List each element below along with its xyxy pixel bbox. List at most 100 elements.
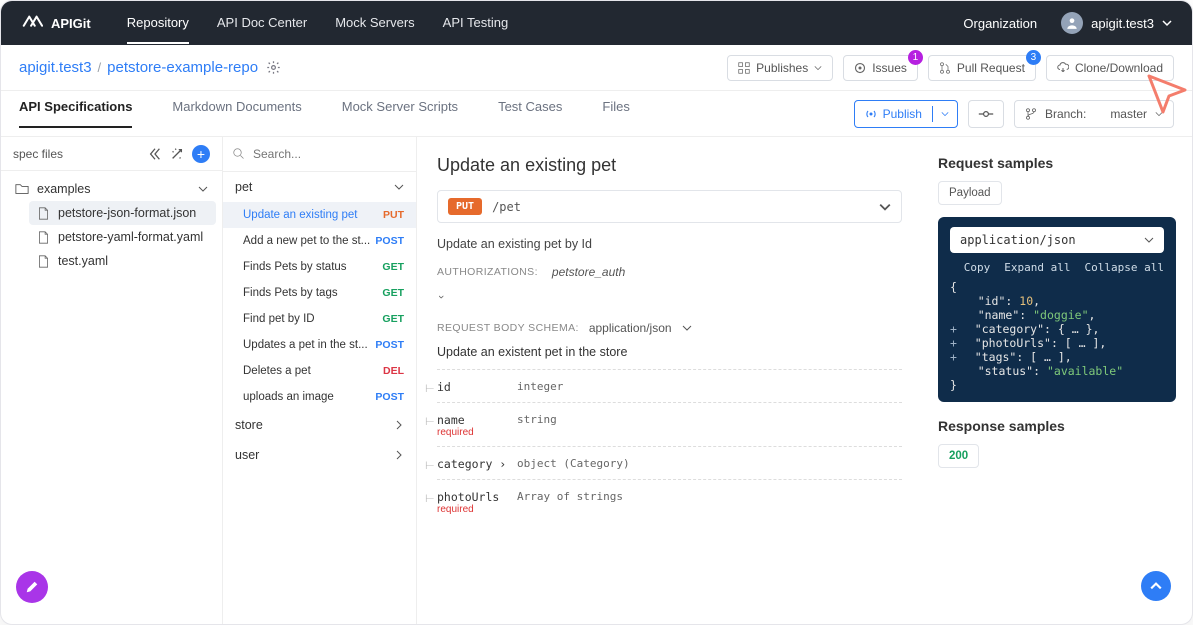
edit-fab[interactable] (16, 571, 48, 603)
tab-mock-server-scripts[interactable]: Mock Server Scripts (342, 99, 458, 128)
collapse-all-button[interactable]: Collapse all (1085, 261, 1164, 274)
repo-settings-button[interactable] (266, 60, 281, 75)
endpoint-item[interactable]: Find pet by IDGET (223, 306, 416, 332)
endpoint-title: Update an existing pet (437, 155, 902, 176)
endpoint-label: Add a new pet to the st... (243, 235, 370, 247)
json-photourls[interactable]: "photoUrls": [ … ], (975, 336, 1107, 350)
publish-button[interactable]: Publish (854, 100, 958, 128)
folder-row[interactable]: examples (7, 177, 216, 201)
json-name: doggie (1040, 308, 1082, 322)
broadcast-icon (865, 108, 877, 120)
endpoint-label: uploads an image (243, 391, 334, 403)
endpoint-group-user[interactable]: user (223, 440, 416, 470)
endpoint-group-pet[interactable]: pet (223, 172, 416, 202)
brand-name: APIGit (51, 16, 91, 31)
organization-link[interactable]: Organization (963, 16, 1037, 31)
user-menu[interactable]: apigit.test3 (1061, 12, 1172, 34)
json-category[interactable]: "category": { … }, (975, 322, 1100, 336)
file-icon (37, 231, 50, 244)
file-name: petstore-json-format.json (58, 206, 196, 220)
search-icon (233, 148, 245, 160)
publishes-button[interactable]: Publishes (727, 55, 833, 81)
file-row[interactable]: petstore-yaml-format.yaml (29, 225, 216, 249)
endpoint-group-store[interactable]: store (223, 410, 416, 440)
grid-icon (738, 62, 750, 74)
scroll-top-button[interactable] (1141, 571, 1171, 601)
nav-tab-mock-servers[interactable]: Mock Servers (335, 3, 414, 44)
expand-all-button[interactable]: Expand all (1004, 261, 1070, 274)
tab-files[interactable]: Files (602, 99, 629, 128)
tab-markdown-documents[interactable]: Markdown Documents (172, 99, 301, 128)
collapse-icon[interactable] (148, 147, 162, 161)
breadcrumb-owner[interactable]: apigit.test3 (19, 59, 92, 76)
pr-badge: 3 (1026, 50, 1041, 65)
chevron-down-icon (198, 184, 208, 194)
issues-icon (854, 62, 866, 74)
issues-button[interactable]: Issues 1 (843, 55, 918, 81)
publish-dropdown[interactable] (932, 106, 957, 122)
param-row: ⊢namerequiredstring (437, 402, 902, 446)
endpoint-item[interactable]: Updates a pet in the st...POST (223, 332, 416, 358)
pencil-icon (25, 580, 39, 594)
endpoint-label: Updates a pet in the st... (243, 339, 368, 351)
endpoint-item[interactable]: Update an existing petPUT (223, 202, 416, 228)
nav-tab-api-testing[interactable]: API Testing (443, 3, 509, 44)
commit-graph-button[interactable] (968, 100, 1004, 128)
nav-tabs: Repository API Doc Center Mock Servers API … (127, 3, 508, 44)
search-input[interactable] (233, 143, 406, 165)
tab-api-specifications[interactable]: API Specifications (19, 99, 132, 128)
json-status: available (1054, 364, 1116, 378)
branch-icon (1025, 108, 1037, 120)
breadcrumb-repo[interactable]: petstore-example-repo (107, 59, 258, 76)
chevron-up-icon (1150, 580, 1162, 592)
tab-test-cases[interactable]: Test Cases (498, 99, 562, 128)
json-id: 10 (1019, 294, 1033, 308)
repo-header: apigit.test3 / petstore-example-repo Pub… (1, 45, 1192, 91)
json-tags[interactable]: "tags": [ … ], (975, 350, 1072, 364)
file-row[interactable]: petstore-json-format.json (29, 201, 216, 225)
endpoint-item[interactable]: uploads an imagePOST (223, 384, 416, 410)
issues-badge: 1 (908, 50, 923, 65)
pr-label: Pull Request (957, 61, 1025, 75)
response-200-tab[interactable]: 200 (938, 444, 979, 468)
path-box[interactable]: PUT /pet (437, 190, 902, 223)
copy-button[interactable]: Copy (964, 261, 991, 274)
verb-label: GET (382, 261, 404, 273)
file-panel: spec files + examples petstore-json-form… (1, 137, 223, 624)
add-file-button[interactable]: + (192, 145, 210, 163)
content-type-select[interactable]: application/json (950, 227, 1164, 253)
endpoint-label: Finds Pets by status (243, 261, 347, 273)
gear-icon (266, 60, 281, 75)
publish-label: Publish (883, 107, 922, 121)
file-icon (37, 207, 50, 220)
chevron-down-icon (1144, 235, 1154, 245)
folder-icon (15, 182, 29, 196)
endpoint-panel: petUpdate an existing petPUTAdd a new pe… (223, 137, 417, 624)
file-row[interactable]: test.yaml (29, 249, 216, 273)
chevron-down-icon[interactable] (682, 323, 692, 333)
magic-icon[interactable] (170, 147, 184, 161)
brand-icon (21, 12, 43, 34)
samples-panel: Request samples Payload application/json… (922, 137, 1192, 624)
pull-request-icon (939, 62, 951, 74)
verb-label: DEL (383, 365, 404, 377)
payload-tab[interactable]: Payload (938, 181, 1002, 205)
endpoint-item[interactable]: Add a new pet to the st...POST (223, 228, 416, 254)
breadcrumb-sep: / (98, 60, 102, 75)
brand-logo[interactable]: APIGit (21, 12, 91, 34)
code-sample: application/json Copy Expand all Collaps… (938, 217, 1176, 402)
endpoint-label: Deletes a pet (243, 365, 311, 377)
pull-request-button[interactable]: Pull Request 3 (928, 55, 1036, 81)
file-panel-title: spec files (13, 147, 63, 161)
nav-tab-repository[interactable]: Repository (127, 3, 189, 44)
endpoint-item[interactable]: Finds Pets by status GET (223, 254, 416, 280)
endpoint-item[interactable]: Deletes a pet DEL (223, 358, 416, 384)
endpoint-description: Update an existing pet by Id (437, 237, 902, 251)
path-value: /pet (492, 200, 521, 214)
content-type-value: application/json (960, 233, 1076, 247)
endpoint-item[interactable]: Finds Pets by tagsGET (223, 280, 416, 306)
expand-auth-icon[interactable]: › (435, 295, 447, 299)
nav-tab-api-doc-center[interactable]: API Doc Center (217, 3, 307, 44)
body-schema-label: REQUEST BODY SCHEMA: (437, 322, 579, 334)
detail-panel: Update an existing pet PUT /pet Update a… (417, 137, 922, 624)
